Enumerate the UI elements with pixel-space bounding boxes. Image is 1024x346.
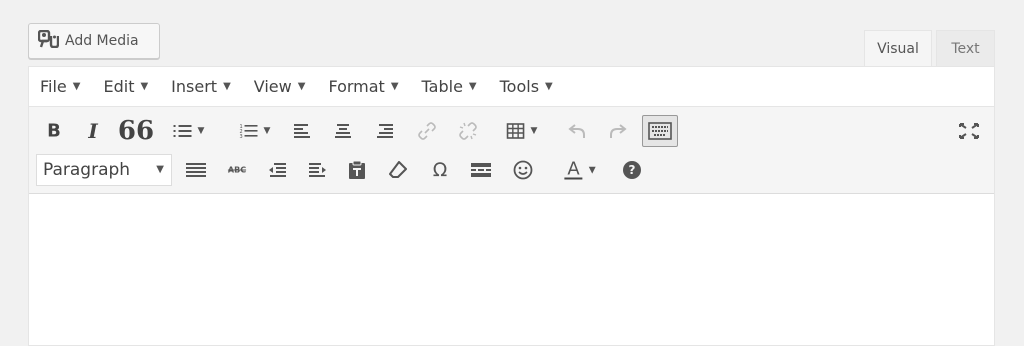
- redo-icon: [610, 124, 627, 138]
- menubar: File ▼ Edit ▼ Insert ▼ View ▼ Format ▼ Table ▼…: [29, 67, 994, 107]
- menu-edit-label: Edit: [103, 77, 135, 96]
- editor: File ▼ Edit ▼ Insert ▼ View ▼ Format ▼ Table ▼…: [28, 66, 995, 346]
- svg-text:3: 3: [240, 134, 243, 139]
- format-select-value: Paragraph: [43, 160, 131, 180]
- link-icon: [418, 122, 436, 140]
- outdent-button[interactable]: [268, 162, 286, 178]
- chevron-down-icon: ▼: [588, 165, 596, 175]
- help-glyph: ?: [628, 163, 636, 177]
- menu-table[interactable]: Table ▼: [411, 67, 489, 106]
- text-color-button[interactable]: A ▼: [564, 158, 596, 180]
- toolbar: B I 66 ▼ 1 2 3 ▼ ▼ Paragraph ▼ ABC Ω A ▼…: [29, 107, 994, 194]
- undo-icon: [568, 124, 585, 138]
- bold-button[interactable]: B: [47, 121, 61, 142]
- menu-format[interactable]: Format ▼: [317, 67, 410, 106]
- blockquote-button[interactable]: 66: [118, 118, 154, 144]
- unlink-icon: [459, 122, 477, 140]
- paste-as-text-button[interactable]: [348, 160, 366, 180]
- table-icon: [506, 123, 525, 139]
- bullet-list-button[interactable]: ▼: [173, 124, 205, 138]
- chevron-down-icon: ▼: [197, 126, 205, 136]
- align-right-icon: [377, 124, 393, 138]
- media-icon: [37, 29, 60, 52]
- editor-content[interactable]: [29, 195, 994, 345]
- redo-button[interactable]: [609, 123, 627, 139]
- help-button[interactable]: ?: [623, 161, 641, 179]
- align-center-icon: [335, 124, 351, 138]
- chevron-down-icon: ▼: [156, 164, 164, 175]
- clear-formatting-button[interactable]: [389, 161, 407, 179]
- menu-tools[interactable]: Tools ▼: [489, 67, 565, 106]
- justify-icon: [186, 163, 206, 177]
- align-left-icon: [294, 124, 310, 138]
- menu-insert-label: Insert: [171, 77, 218, 96]
- chevron-down-icon: ▼: [468, 81, 477, 92]
- align-center-button[interactable]: [335, 123, 351, 139]
- table-button[interactable]: ▼: [506, 123, 538, 139]
- chevron-down-icon: ▼: [390, 81, 399, 92]
- strikethrough-icon: ABC: [227, 165, 247, 175]
- emoticons-button[interactable]: [513, 160, 533, 180]
- menu-tools-label: Tools: [499, 77, 540, 96]
- bullet-list-icon: [173, 125, 192, 137]
- text-color-glyph: A: [567, 158, 580, 180]
- read-more-button[interactable]: [471, 163, 491, 177]
- editor-wrapper: Add Media Visual Text File ▼ Edit ▼ Insert…: [28, 22, 995, 346]
- chevron-down-icon: ▼: [545, 81, 553, 92]
- menu-insert[interactable]: Insert ▼: [160, 67, 243, 106]
- read-more-icon: [471, 163, 491, 177]
- special-character-button[interactable]: Ω: [433, 159, 448, 181]
- smiley-icon: [513, 160, 533, 180]
- chevron-down-icon: ▼: [72, 81, 81, 92]
- toolbar-toggle-button[interactable]: [642, 115, 678, 147]
- tab-visual[interactable]: Visual: [864, 30, 932, 66]
- help-icon: ?: [623, 161, 641, 179]
- chevron-down-icon: ▼: [140, 81, 149, 92]
- format-select[interactable]: Paragraph ▼: [36, 154, 172, 186]
- fullscreen-button[interactable]: [959, 123, 979, 139]
- undo-button[interactable]: [568, 123, 586, 139]
- italic-button[interactable]: I: [88, 119, 97, 143]
- indent-icon: [309, 163, 326, 177]
- menu-table-label: Table: [421, 77, 463, 96]
- chevron-down-icon: ▼: [263, 126, 271, 136]
- indent-button[interactable]: [309, 162, 327, 178]
- align-right-button[interactable]: [377, 123, 393, 139]
- omega-icon: Ω: [432, 159, 448, 181]
- add-media-label: Add Media: [65, 33, 139, 49]
- link-button[interactable]: [418, 122, 436, 140]
- toolbar-row-1: B I 66 ▼ 1 2 3 ▼ ▼: [29, 113, 996, 149]
- eraser-icon: [389, 161, 407, 178]
- strikethrough-button[interactable]: ABC: [228, 166, 246, 175]
- menu-view[interactable]: View ▼: [243, 67, 318, 106]
- chevron-down-icon: ▼: [297, 81, 306, 92]
- numbered-list-icon: 1 2 3: [240, 124, 258, 139]
- text-color-icon: A: [564, 158, 583, 180]
- unlink-button[interactable]: [459, 122, 477, 140]
- italic-icon: I: [88, 119, 98, 143]
- menu-view-label: View: [253, 77, 292, 96]
- outdent-icon: [269, 163, 286, 177]
- chevron-down-icon: ▼: [530, 126, 538, 136]
- menu-file[interactable]: File ▼: [29, 67, 92, 106]
- bold-icon: B: [47, 120, 61, 142]
- menu-edit[interactable]: Edit ▼: [92, 67, 160, 106]
- chevron-down-icon: ▼: [223, 81, 231, 92]
- numbered-list-button[interactable]: 1 2 3 ▼: [240, 123, 271, 139]
- tab-text[interactable]: Text: [936, 30, 995, 66]
- blockquote-icon: 66: [117, 116, 155, 146]
- clipboard-icon: [349, 160, 365, 179]
- justify-button[interactable]: [186, 162, 206, 178]
- menu-file-label: File: [40, 77, 67, 96]
- keyboard-icon: [648, 122, 672, 140]
- fullscreen-icon: [959, 123, 979, 139]
- menu-format-label: Format: [328, 77, 385, 96]
- toolbar-row-2: Paragraph ▼ ABC Ω A ▼ ?: [29, 152, 996, 188]
- align-left-button[interactable]: [294, 123, 310, 139]
- add-media-button[interactable]: Add Media: [28, 23, 160, 59]
